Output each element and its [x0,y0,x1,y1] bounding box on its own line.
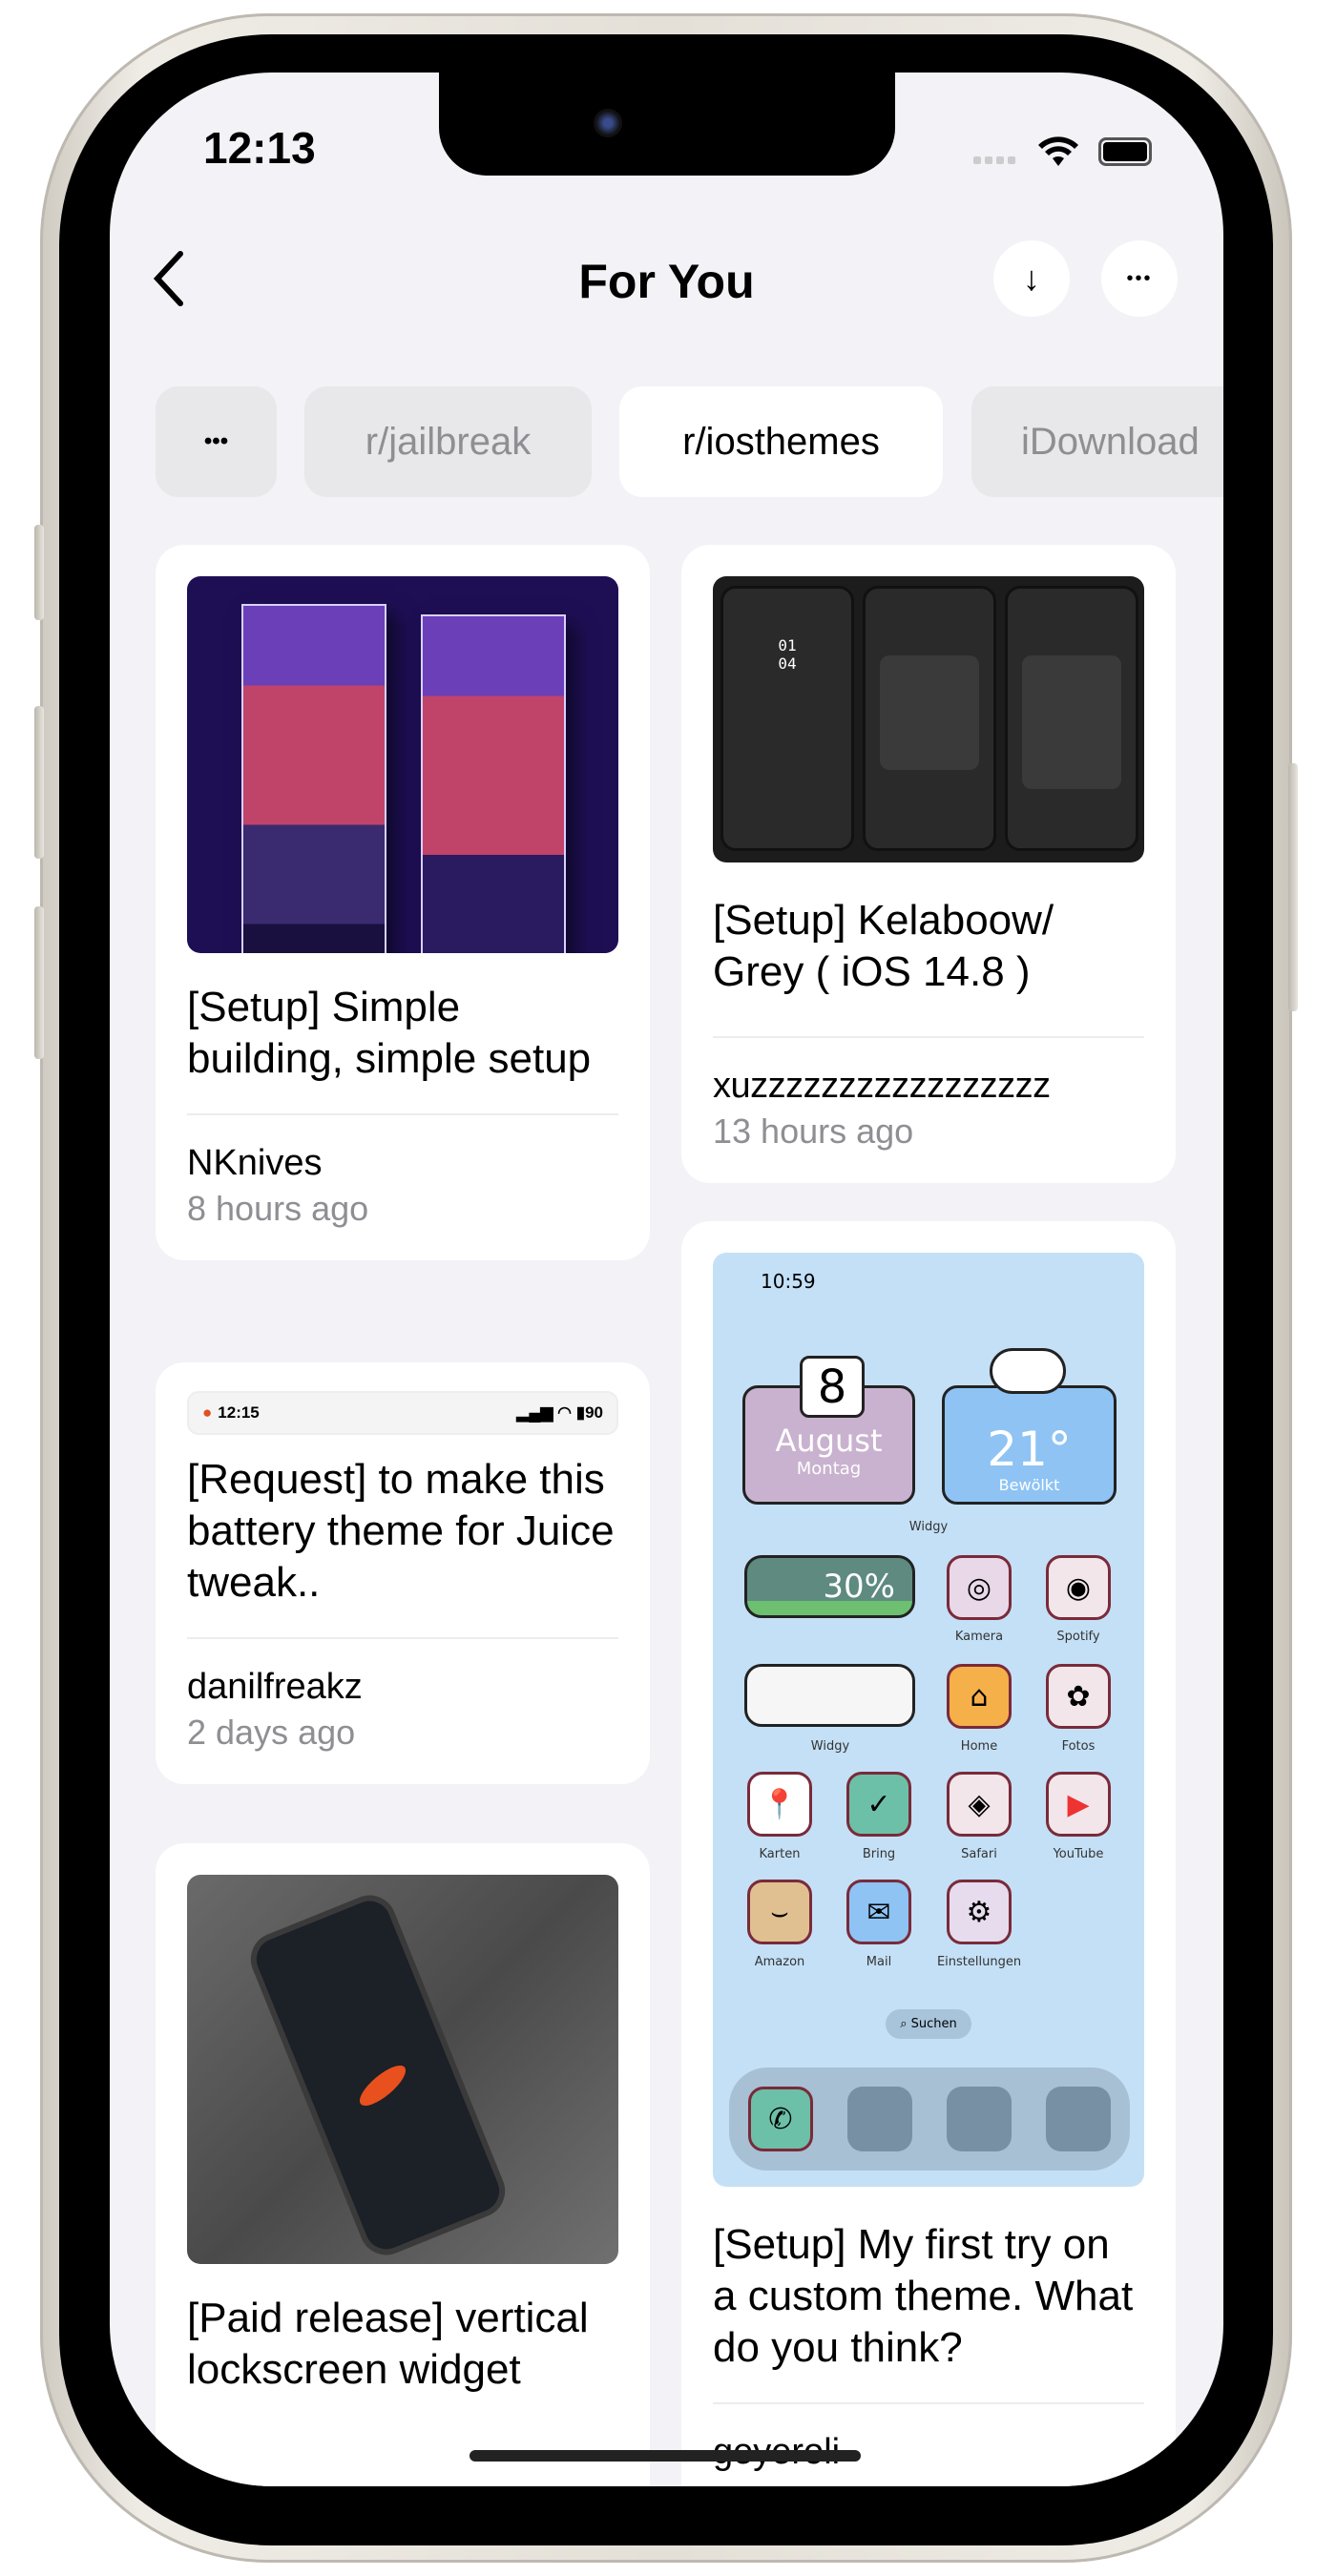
app-label: YouTube [1053,1847,1104,1861]
divider [187,1637,618,1639]
status-time: 12:13 [203,123,316,173]
ellipsis-icon: ••• [1126,267,1153,289]
weather-widget: 21° Bewölkt [942,1385,1117,1505]
post-card[interactable]: 10:59 August Montag 8 21° Bewölkt Widgy 30… [681,1221,1176,2486]
folder-icon [947,2087,1012,2151]
cloud-icon [990,1348,1066,1394]
tab-idownload[interactable]: iDownload [971,386,1223,497]
spotify-icon: ◉ [1046,1555,1111,1620]
preview-signal-icon: ▂▄▆ ◠ ▮ [516,1403,586,1422]
volume-down-button [34,906,44,1059]
app-label: Widgy [810,1739,850,1754]
tab-more[interactable]: ••• [156,386,277,497]
more-button[interactable]: ••• [1101,240,1178,317]
post-thumbnail: 10:59 August Montag 8 21° Bewölkt Widgy 30… [713,1253,1144,2187]
apple-logo-icon: ● [202,1403,213,1422]
app-label: Karten [759,1847,801,1861]
calendar-day: 8 [800,1356,865,1418]
battery-widget: 30% [744,1555,915,1618]
ellipsis-icon: ••• [203,428,229,454]
divider [713,1036,1144,1038]
post-title: [Setup] My first try on a custom theme. … [713,2221,1134,2371]
post-title: [Paid release] vertical lockscreen widge… [187,2295,589,2393]
preview-time: 10:59 [761,1270,816,1293]
tab-label: r/iosthemes [682,420,880,463]
safari-icon: ◈ [947,1772,1012,1837]
settings-icon: ⚙ [947,1880,1012,1944]
widget-label: Widgy [908,1520,949,1534]
mail-icon: ✉ [846,1880,911,1944]
app-label: Einstellungen [936,1955,1022,1969]
app-label: Amazon [754,1955,805,1969]
amazon-icon: ⌣ [747,1880,812,1944]
app-label: Mail [866,1955,892,1969]
app-label: Kamera [954,1630,1004,1644]
dock: ✆ [729,2067,1130,2171]
post-thumbnail: 01 04 [713,576,1144,862]
tab-jailbreak[interactable]: r/jailbreak [304,386,592,497]
search-pill: ⌕ Suchen [886,2009,971,2039]
home-app-icon: ⌂ [947,1664,1012,1729]
widgy-activity-widget [744,1664,915,1727]
post-time: 8 hours ago [187,1189,369,1228]
wifi-icon [1038,136,1078,166]
camera-icon [594,109,622,137]
app-label: Safari [961,1847,997,1861]
arrow-down-icon: ↓ [1023,259,1040,298]
volume-up-button [34,706,44,859]
youtube-icon: ▶ [1046,1772,1111,1837]
post-title: [Setup] Kelaboow/ Grey ( iOS 14.8 ) [713,897,1054,995]
post-title: [Request] to make this battery theme for… [187,1456,615,1606]
tab-label: r/jailbreak [365,420,532,463]
bring-icon: ✓ [846,1772,911,1837]
post-card[interactable]: ● 12:15 ▂▄▆ ◠ ▮ 90 [Request] to make this… [156,1362,650,1784]
mute-switch [34,525,44,620]
phone-icon: ✆ [748,2087,813,2151]
post-title: [Setup] Simple building, simple setup [187,984,592,1082]
post-thumbnail [187,576,618,953]
post-time: 13 hours ago [713,1111,914,1151]
post-thumbnail [187,1875,618,2264]
power-button [1288,763,1298,1011]
preview-battery: 90 [585,1403,603,1422]
app-label: Fotos [1061,1739,1096,1754]
maps-icon: 📍 [747,1772,812,1837]
tab-label: iDownload [1021,420,1200,463]
post-preview-statusbar: ● 12:15 ▂▄▆ ◠ ▮ 90 [187,1391,618,1435]
app-label: Spotify [1056,1630,1100,1644]
screen: 12:13 For You ↓ ••• ••• r/jailbreak r/io… [110,73,1223,2486]
post-author[interactable]: NKnives [187,1140,618,1186]
download-button[interactable]: ↓ [993,240,1070,317]
battery-icon [1098,137,1152,166]
kamera-icon: ◎ [947,1555,1012,1620]
cellular-signal-icon [973,156,1015,164]
divider [187,1113,618,1115]
post-card[interactable]: 01 04 [Setup] Kelaboow/ Grey ( iOS 14.8 … [681,545,1176,1183]
post-card[interactable]: [Setup] Simple building, simple setup NK… [156,545,650,1260]
preview-time: 12:15 [218,1403,260,1422]
app-label: Bring [862,1847,896,1861]
post-author[interactable]: xuzzzzzzzzzzzzzzzzz [713,1063,1144,1109]
app-label: Home [960,1739,998,1754]
home-indicator[interactable] [470,2450,861,2462]
folder-icon [847,2087,912,2151]
notch [439,73,895,176]
post-card[interactable]: [Paid release] vertical lockscreen widge… [156,1843,650,2486]
photos-icon: ✿ [1046,1664,1111,1729]
post-author[interactable]: danilfreakz [187,1664,618,1710]
preview-phone: 01 04 [720,586,854,851]
preview-phone [1005,586,1138,851]
post-time: 2 days ago [187,1713,356,1752]
tab-iosthemes[interactable]: r/iosthemes [619,386,943,497]
folder-icon [1046,2087,1111,2151]
divider [713,2402,1144,2404]
preview-phone [863,586,996,851]
